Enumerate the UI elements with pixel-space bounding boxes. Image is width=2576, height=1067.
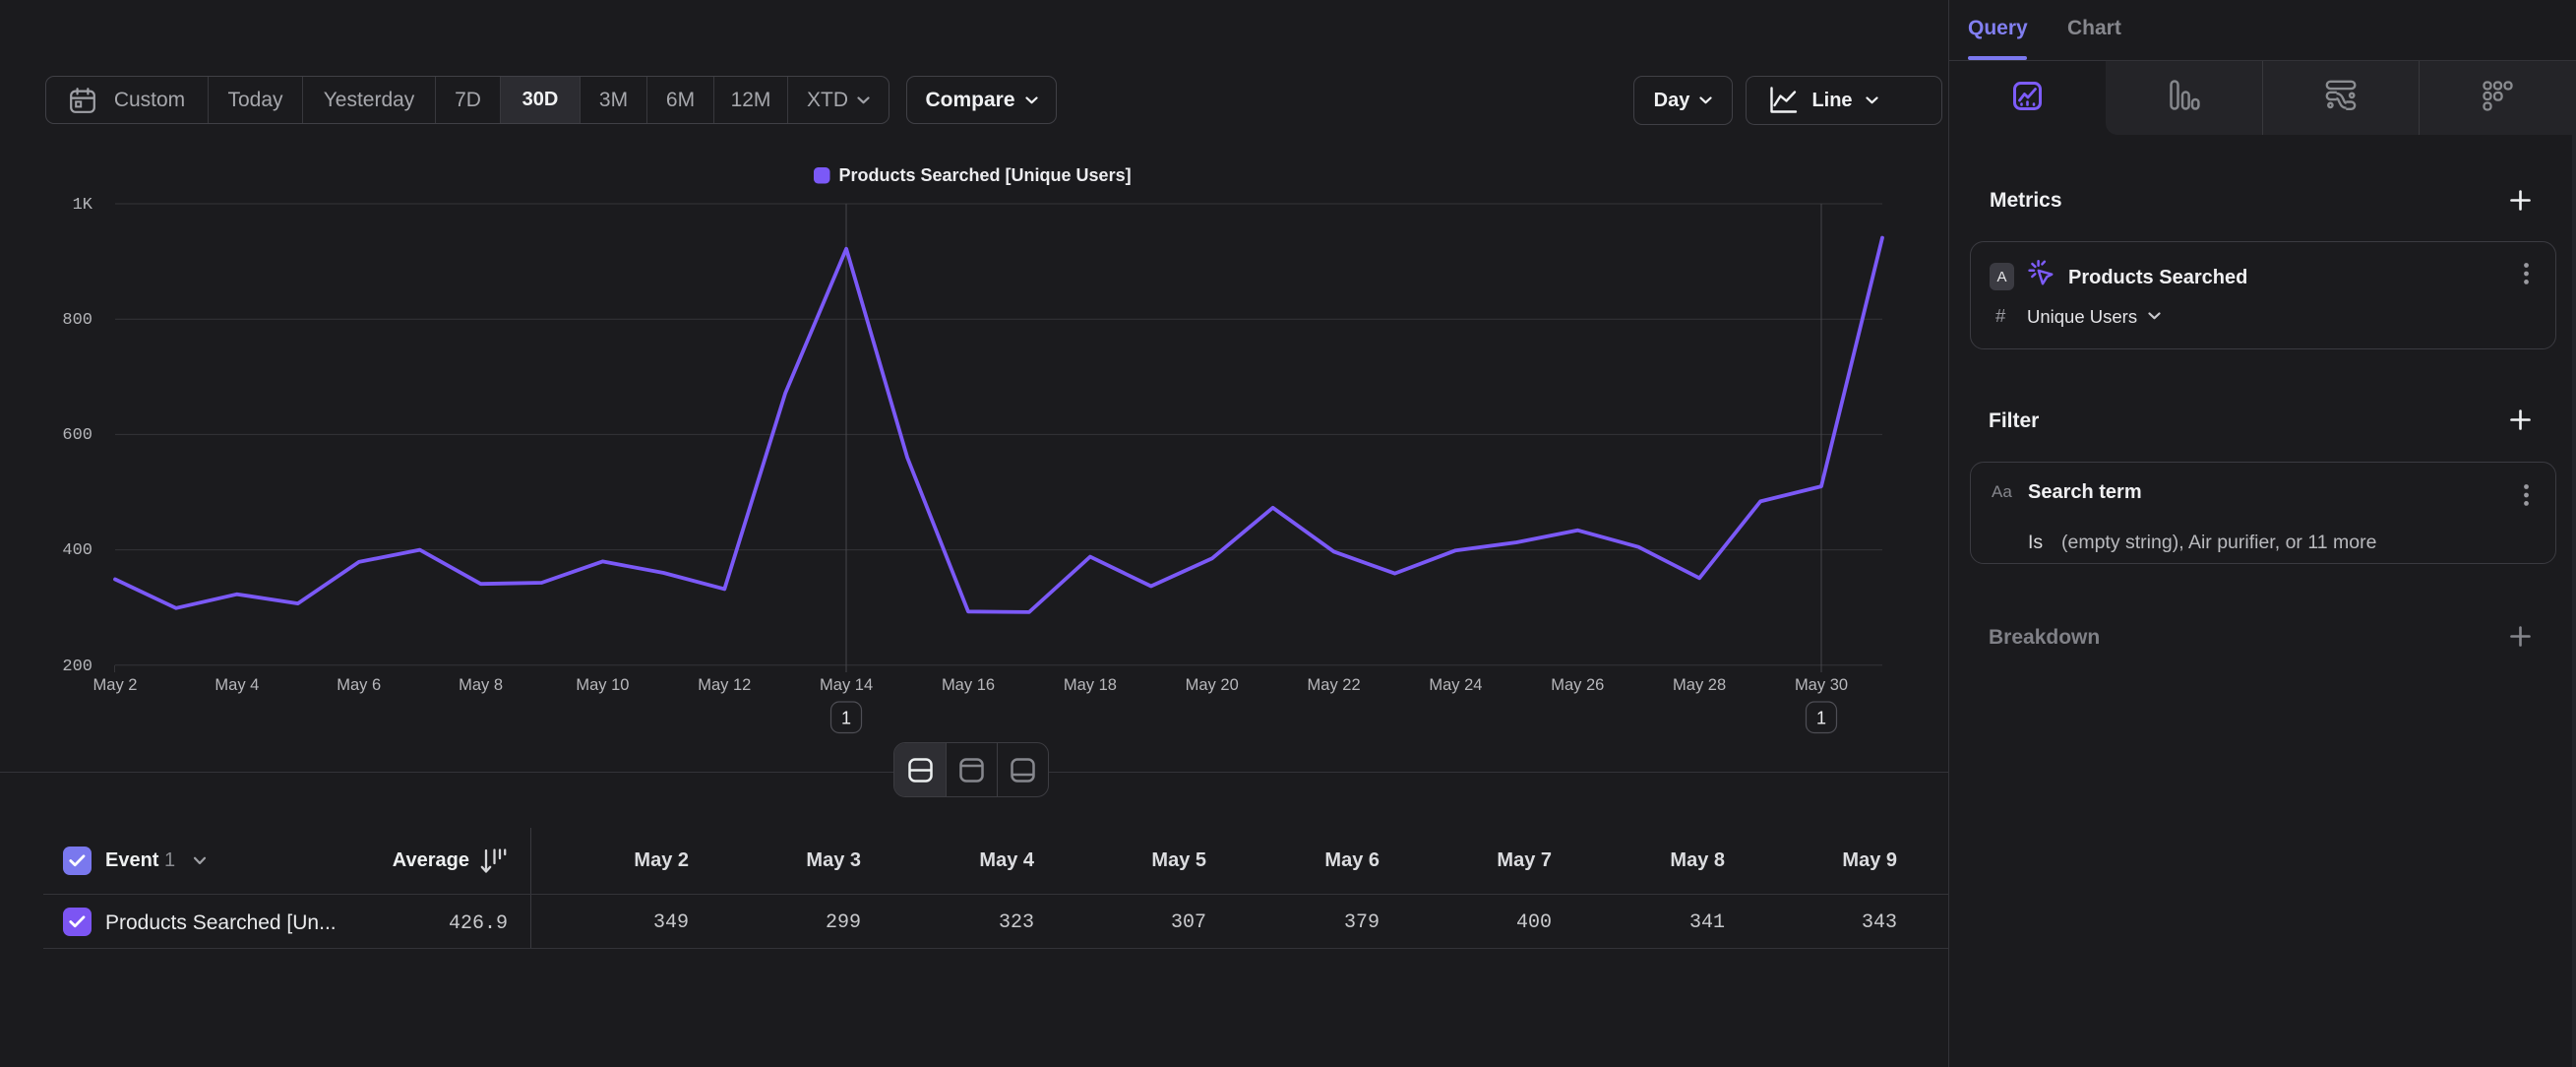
svg-text:May 4: May 4 [215, 676, 259, 694]
svg-text:May 26: May 26 [1551, 676, 1604, 694]
svg-text:800: 800 [62, 311, 92, 330]
svg-text:1: 1 [1816, 709, 1826, 728]
svg-text:May 24: May 24 [1429, 676, 1482, 694]
svg-text:May 30: May 30 [1795, 676, 1848, 694]
svg-text:600: 600 [62, 426, 92, 445]
svg-text:400: 400 [62, 541, 92, 560]
svg-text:May 22: May 22 [1308, 676, 1361, 694]
svg-text:May 6: May 6 [337, 676, 381, 694]
svg-text:1: 1 [841, 709, 851, 728]
svg-text:May 12: May 12 [698, 676, 751, 694]
svg-text:May 10: May 10 [576, 676, 629, 694]
svg-text:May 18: May 18 [1064, 676, 1117, 694]
svg-text:May 20: May 20 [1186, 676, 1239, 694]
svg-text:200: 200 [62, 658, 92, 676]
svg-text:May 2: May 2 [93, 676, 138, 694]
svg-text:May 8: May 8 [459, 676, 503, 694]
svg-text:May 28: May 28 [1673, 676, 1726, 694]
svg-text:May 16: May 16 [942, 676, 995, 694]
svg-text:Products Searched [Unique User: Products Searched [Unique Users] [839, 165, 1132, 185]
svg-text:May 14: May 14 [820, 676, 873, 694]
svg-text:1K: 1K [73, 196, 93, 215]
